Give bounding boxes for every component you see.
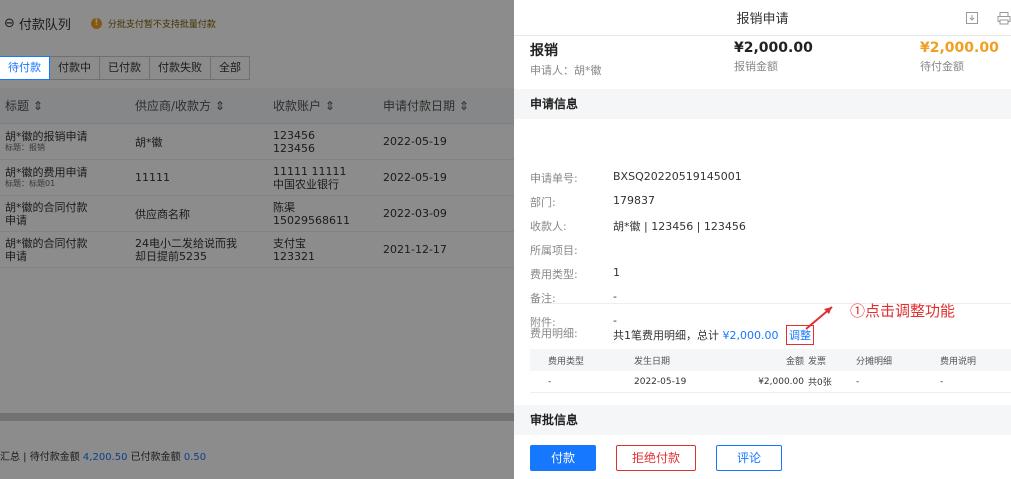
section-apply-info: 申请信息: [514, 89, 1011, 119]
tab-paid[interactable]: 已付款: [99, 56, 150, 80]
warning-icon: !: [90, 17, 102, 29]
table-row: - 2022-05-19 ¥2,000.00 共0张 - -: [530, 371, 1011, 393]
payee: 胡*徽 | 123456 | 123456: [613, 220, 746, 233]
back-arrow-icon: ⊖: [4, 15, 15, 31]
detail-total: ¥2,000.00: [722, 329, 779, 342]
summary-amount: ¥2,000.00 报销金额: [734, 40, 813, 73]
payment-table: 标题 ⇕ 供应商/收款方 ⇕ 收款账户 ⇕ 申请付款日期 ⇕ 胡*徽的报销申请标…: [0, 88, 514, 268]
col-vendor[interactable]: 供应商/收款方 ⇕: [135, 97, 273, 114]
download-icon[interactable]: [965, 11, 979, 25]
comment-button[interactable]: 评论: [716, 445, 782, 471]
batch-warning: ! 分批支付暂不支持批量付款: [90, 17, 216, 30]
table-row[interactable]: 胡*徽的报销申请 标题：报销 胡*徽 123456 123456 2022-05-1…: [0, 124, 514, 160]
payment-queue-panel: ⊖ 付款队列 ! 分批支付暂不支持批量付款 待付款 付款中 已付款 付款失败 全…: [0, 0, 514, 479]
pending-amount: 4,200.50: [82, 452, 128, 463]
application-number: BXSQ20220519145001: [613, 170, 742, 183]
col-date[interactable]: 申请付款日期 ⇕: [383, 97, 514, 114]
section-approval-info: 审批信息: [514, 405, 1011, 435]
status-tabs: 待付款 付款中 已付款 付款失败 全部: [0, 56, 250, 80]
expense-type: 1: [613, 266, 620, 279]
tab-failed[interactable]: 付款失败: [149, 56, 211, 80]
tab-pending[interactable]: 待付款: [0, 56, 50, 80]
action-bar: 付款 拒绝付款 评论: [530, 445, 782, 471]
back-button[interactable]: ⊖ 付款队列: [4, 14, 71, 33]
col-title[interactable]: 标题 ⇕: [0, 97, 135, 114]
reject-payment-button[interactable]: 拒绝付款: [616, 445, 696, 471]
paid-amount: 0.50: [183, 452, 207, 463]
drawer-title: 报销申请: [736, 12, 789, 27]
horizontal-scrollbar[interactable]: [0, 413, 514, 421]
drawer-titlebar: 报销申请: [514, 0, 1011, 36]
expense-detail-table: 费用类型 发生日期 金额 发票 分摊明细 费用说明 - 2022-05-19 ¥…: [530, 349, 1011, 393]
summary-pending: ¥2,000.00 待付金额: [920, 40, 999, 73]
table-row[interactable]: 胡*徽的合同付款 申请 供应商名称 陈渠 15029568611 2022-03-0…: [0, 196, 514, 232]
expense-detail-line: 费用明细: 共1笔费用明细，总计 ¥2,000.00 调整: [530, 325, 814, 345]
col-account[interactable]: 收款账户 ⇕: [273, 97, 383, 114]
pay-button[interactable]: 付款: [530, 445, 596, 471]
reimbursement-drawer: 报销申请 报销 申请人：胡*徽 ¥2,000.00 报销金额 ¥2,000.00…: [514, 0, 1011, 479]
print-icon[interactable]: [997, 11, 1011, 25]
remark: -: [613, 290, 617, 303]
summary-type: 报销 申请人：胡*徽: [530, 43, 602, 77]
queue-summary: 汇总 | 待付款金额 4,200.50 已付款金额 0.50: [0, 452, 207, 463]
annotation-text: ①点击调整功能: [850, 302, 956, 320]
queue-header: ⊖ 付款队列 ! 分批支付暂不支持批量付款: [0, 0, 514, 46]
tab-paying[interactable]: 付款中: [49, 56, 100, 80]
department: 179837: [613, 194, 655, 207]
tab-all[interactable]: 全部: [210, 56, 250, 80]
table-row[interactable]: 胡*徽的费用申请 标题：标题01 11111 11111 11111 中国农业银行 …: [0, 160, 514, 196]
table-row[interactable]: 胡*徽的合同付款 申请 24电小二发给说而我 却日提前5235 支付宝 123321 …: [0, 232, 514, 268]
table-header: 标题 ⇕ 供应商/收款方 ⇕ 收款账户 ⇕ 申请付款日期 ⇕: [0, 88, 514, 124]
summary-bar: 报销 申请人：胡*徽 ¥2,000.00 报销金额 ¥2,000.00 待付金额: [530, 40, 1010, 80]
detail-table-header: 费用类型 发生日期 金额 发票 分摊明细 费用说明: [530, 349, 1011, 371]
annotation-arrow-icon: [805, 306, 833, 330]
